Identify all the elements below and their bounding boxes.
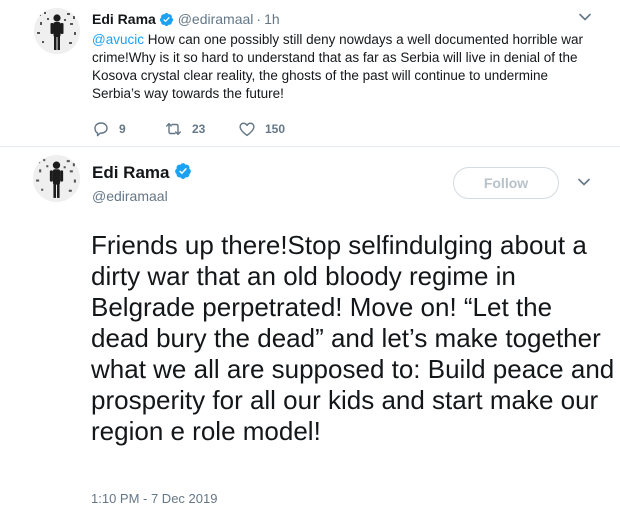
main-tweet: Edi Rama @ediramaal Follow Friends up th… (0, 147, 620, 519)
chevron-down-icon (578, 178, 590, 186)
reply-count: 9 (119, 122, 126, 136)
mention-link[interactable]: @avucic (92, 32, 144, 47)
parent-tweet-body: How can one possibly still deny nowdays … (92, 32, 583, 101)
like-heart-icon (239, 122, 255, 137)
parent-tweet[interactable]: Edi Rama @ediramaal · 1h @avucic How can o… (0, 0, 620, 147)
parent-avatar[interactable] (34, 8, 80, 54)
parent-tweet-header: Edi Rama @ediramaal · 1h (92, 10, 280, 31)
chevron-down-icon (579, 13, 591, 21)
main-author-line: Edi Rama (92, 162, 192, 185)
parent-author-name[interactable]: Edi Rama (92, 11, 156, 27)
parent-more-menu[interactable] (578, 10, 592, 24)
reply-icon (94, 122, 108, 137)
retweet-icon (166, 123, 181, 135)
retweet-button[interactable]: 23 (164, 120, 238, 138)
verified-badge-icon (159, 12, 174, 31)
avatar-photo-icon (34, 8, 80, 54)
verified-badge-icon (174, 162, 192, 185)
main-avatar[interactable] (33, 155, 80, 202)
parent-tweet-time[interactable]: 1h (264, 11, 280, 27)
parent-tweet-actions: 9 23 150 (92, 119, 285, 139)
main-author-name[interactable]: Edi Rama (92, 163, 169, 182)
parent-author-handle[interactable]: @ediramaal (178, 11, 254, 27)
main-author-handle[interactable]: @ediramaal (92, 187, 168, 205)
main-more-menu[interactable] (577, 175, 591, 189)
avatar-photo-icon (33, 155, 80, 202)
parent-tweet-text: @avucic How can one possibly still deny … (92, 31, 592, 103)
separator-dot: · (256, 11, 262, 27)
like-button[interactable]: 150 (238, 120, 285, 138)
like-count: 150 (265, 122, 286, 136)
reply-button[interactable]: 9 (92, 120, 164, 138)
tweet-thread: Edi Rama @ediramaal · 1h @avucic How can o… (0, 0, 620, 519)
follow-button[interactable]: Follow (453, 167, 559, 199)
tweet-timestamp[interactable]: 1:10 PM - 7 Dec 2019 (91, 491, 217, 506)
main-tweet-text: Friends up there!Stop selfindulging abou… (91, 230, 615, 446)
retweet-count: 23 (192, 122, 206, 136)
